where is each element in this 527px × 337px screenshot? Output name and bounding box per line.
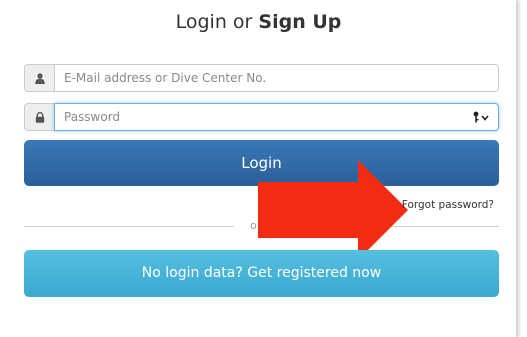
email-field[interactable] [54, 64, 499, 92]
key-icon[interactable] [473, 110, 491, 124]
register-button[interactable]: No login data? Get registered now [24, 250, 499, 297]
password-field[interactable] [54, 103, 499, 131]
lock-icon [24, 103, 54, 131]
password-input-group [24, 103, 499, 131]
page-title: Login or Sign Up [0, 8, 517, 36]
user-icon [24, 64, 54, 92]
red-arrow-annotation [258, 160, 408, 260]
title-prefix: Login or [175, 11, 259, 33]
or-separator: o [250, 219, 257, 232]
email-input-group [24, 64, 499, 92]
divider-left [24, 226, 234, 227]
forgot-password-link[interactable]: Forgot password? [402, 199, 494, 211]
title-sign-up: Sign Up [258, 11, 342, 33]
login-panel: Login or Sign Up Login [0, 0, 517, 337]
